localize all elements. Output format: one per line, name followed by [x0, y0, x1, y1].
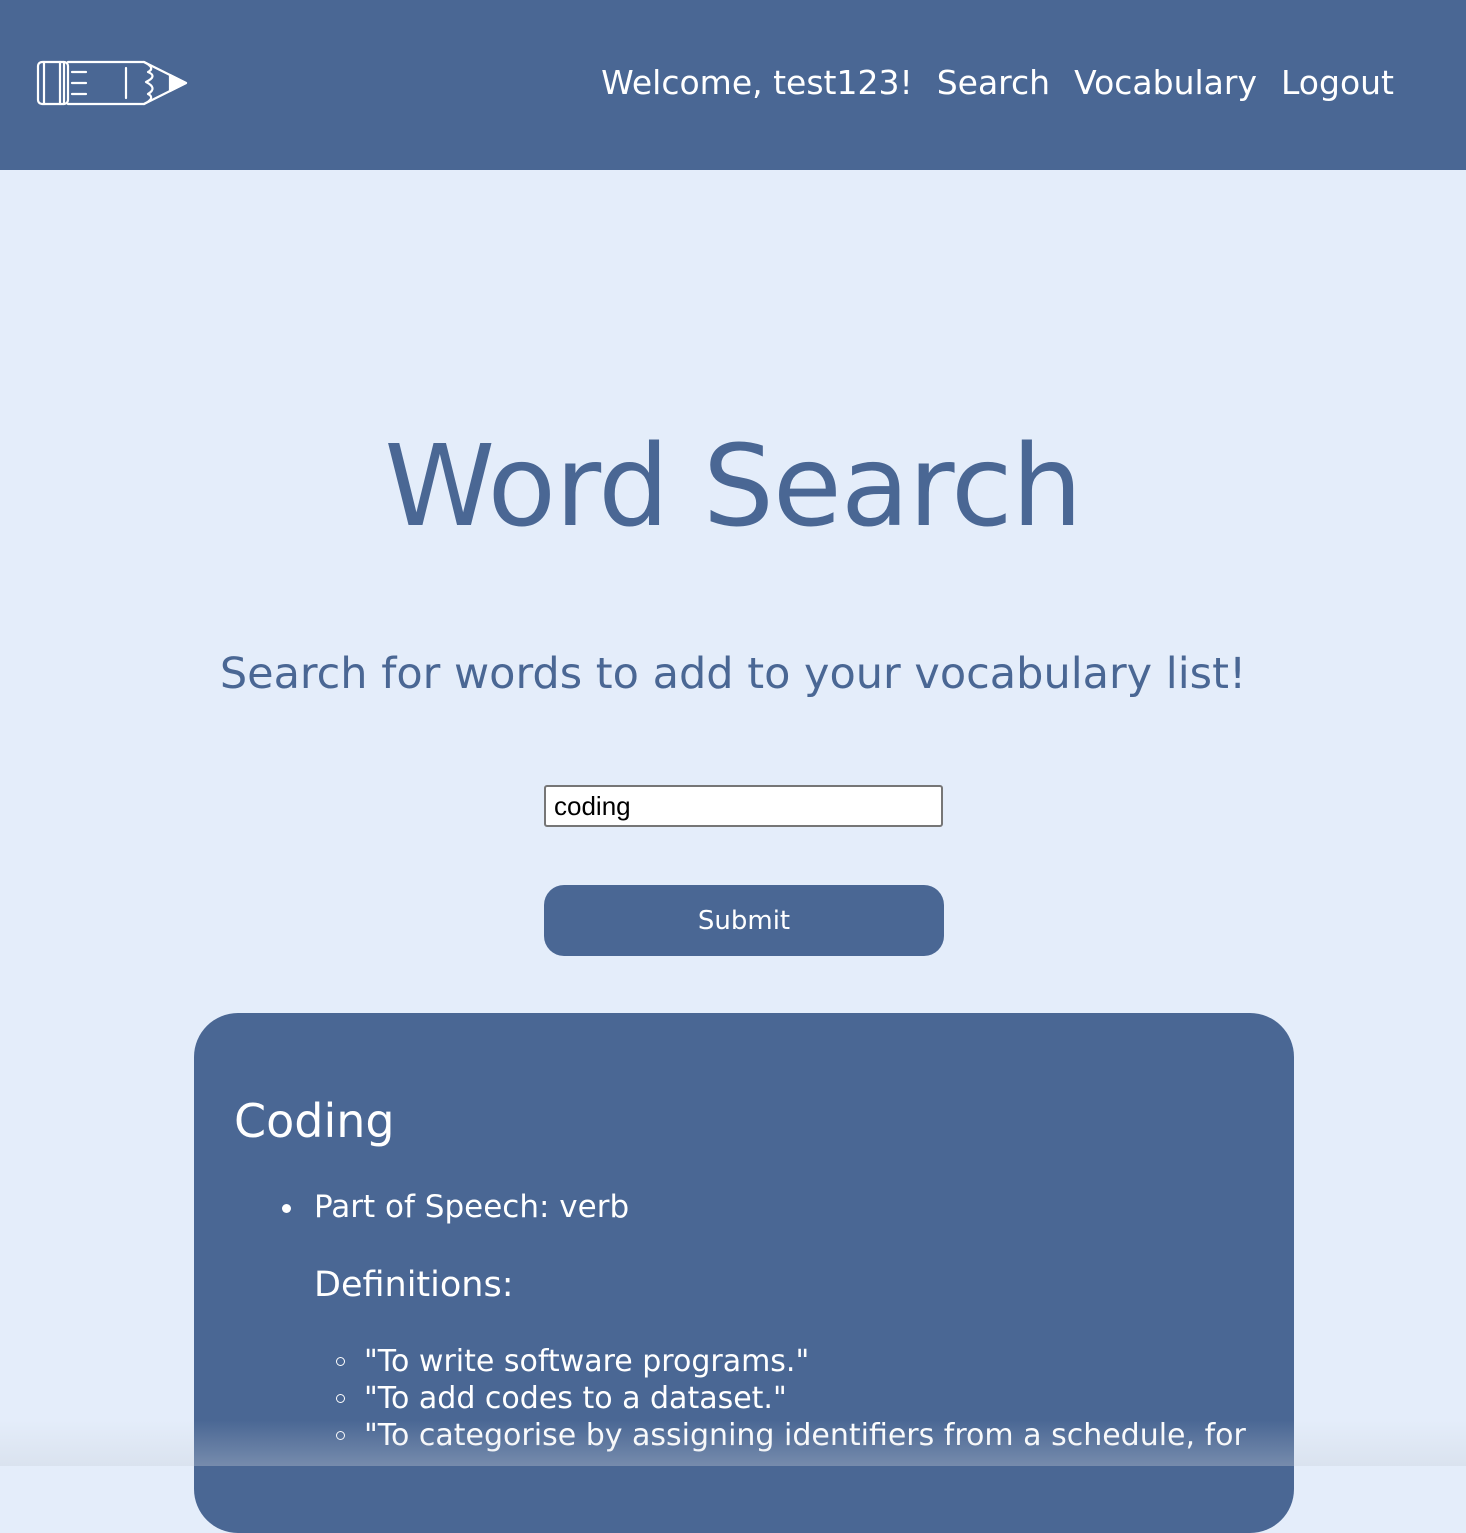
nav-logout-link[interactable]: Logout [1281, 60, 1394, 106]
search-input[interactable] [544, 785, 943, 827]
circle-bullet-icon [336, 1394, 345, 1403]
definition-text: "To write software programs." [364, 1344, 810, 1379]
pencil-icon[interactable] [36, 58, 188, 108]
circle-bullet-icon [336, 1357, 345, 1366]
result-card: Coding Part of Speech: verb Definitions:… [194, 1013, 1294, 1533]
nav-links: Welcome, test123! Search Vocabulary Logo… [601, 60, 1394, 106]
page-subtitle: Search for words to add to your vocabula… [219, 649, 1247, 699]
submit-button[interactable]: Submit [544, 885, 944, 956]
navbar: Welcome, test123! Search Vocabulary Logo… [0, 0, 1466, 170]
part-of-speech-text: Part of Speech: verb [314, 1189, 630, 1225]
definitions-heading: Definitions: [314, 1265, 514, 1305]
welcome-text: Welcome, test123! [601, 63, 913, 102]
nav-vocabulary-link[interactable]: Vocabulary [1074, 60, 1257, 106]
definition-text: "To add codes to a dataset." [364, 1381, 787, 1416]
nav-search-link[interactable]: Search [937, 60, 1050, 106]
result-word-title: Coding [234, 1094, 395, 1148]
page-title: Word Search [384, 422, 1082, 552]
bullet-icon [282, 1204, 291, 1213]
definition-text: "To categorise by assigning identifiers … [364, 1418, 1246, 1453]
circle-bullet-icon [336, 1431, 345, 1440]
